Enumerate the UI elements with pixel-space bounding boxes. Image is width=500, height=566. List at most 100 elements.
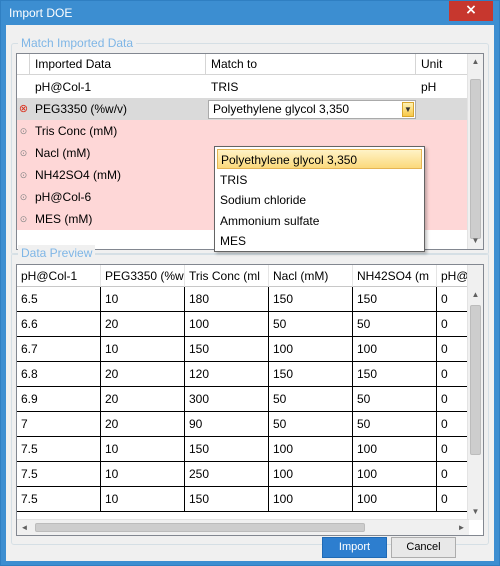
preview-cell: 0 <box>437 462 469 487</box>
combobox-value: Polyethylene glycol 3,350 <box>213 102 350 116</box>
preview-cell: 100 <box>353 437 437 462</box>
preview-cell: 10 <box>101 337 185 362</box>
preview-cell: 20 <box>101 412 185 437</box>
preview-cell: 10 <box>101 487 185 512</box>
preview-cell: 7.5 <box>17 462 101 487</box>
imported-data-cell[interactable]: pH@Col-1 <box>30 76 206 98</box>
preview-column-header[interactable]: pH@ <box>437 265 469 287</box>
dropdown-option[interactable]: TRIS <box>217 170 422 190</box>
scroll-right-icon[interactable]: ► <box>454 520 469 535</box>
imported-data-cell[interactable]: PEG3350 (%w/v) <box>30 98 206 120</box>
dropdown-option[interactable]: Ammonium sulfate <box>217 211 422 231</box>
match-row[interactable]: pH@Col-1 TRIS pH <box>17 76 469 98</box>
unit-cell[interactable]: pH <box>416 76 469 98</box>
cancel-button[interactable]: Cancel <box>391 537 456 558</box>
preview-cell: 120 <box>185 362 269 387</box>
preview-cell: 6.7 <box>17 337 101 362</box>
dialog-client-area: Match Imported Data Imported Data Match … <box>6 25 494 561</box>
match-to-combobox[interactable]: Polyethylene glycol 3,350 ▼ <box>208 100 416 119</box>
preview-cell: 50 <box>353 412 437 437</box>
preview-group-title: Data Preview <box>18 245 96 261</box>
dropdown-option[interactable]: Sodium chloride <box>217 190 422 210</box>
preview-cell: 100 <box>353 462 437 487</box>
row-status-icon <box>17 76 30 98</box>
preview-cell: 100 <box>269 337 353 362</box>
preview-cell: 10 <box>101 462 185 487</box>
imported-data-cell[interactable]: Tris Conc (mM) <box>30 120 206 142</box>
preview-cell: 6.9 <box>17 387 101 412</box>
imported-data-cell[interactable]: NH42SO4 (mM) <box>30 164 206 186</box>
preview-cell: 0 <box>437 287 469 312</box>
scroll-thumb[interactable] <box>470 79 481 239</box>
preview-cell: 150 <box>185 437 269 462</box>
preview-cell: 150 <box>353 362 437 387</box>
preview-cell: 50 <box>353 387 437 412</box>
match-to-dropdown-list[interactable]: Polyethylene glycol 3,350 TRIS Sodium chlo… <box>214 146 425 252</box>
preview-column-header[interactable]: NH42SO4 (m <box>353 265 437 287</box>
imported-data-cell[interactable]: MES (mM) <box>30 208 206 230</box>
preview-cell: 90 <box>185 412 269 437</box>
preview-cell: 20 <box>101 387 185 412</box>
preview-cell: 50 <box>269 412 353 437</box>
preview-column-header[interactable]: PEG3350 (%w <box>101 265 185 287</box>
preview-cell: 180 <box>185 287 269 312</box>
preview-cell: 0 <box>437 387 469 412</box>
preview-column-header[interactable]: Tris Conc (ml <box>185 265 269 287</box>
preview-cell: 6.6 <box>17 312 101 337</box>
preview-horizontal-scrollbar[interactable]: ◄ ► <box>17 519 469 535</box>
preview-cell: 0 <box>437 487 469 512</box>
preview-cell: 7 <box>17 412 101 437</box>
scroll-down-icon[interactable]: ▼ <box>468 504 483 520</box>
imported-data-cell[interactable]: Nacl (mM) <box>30 142 206 164</box>
import-doe-dialog: Import DOE × Match Imported Data Importe… <box>0 0 500 566</box>
preview-cell: 150 <box>269 287 353 312</box>
preview-cell: 0 <box>437 362 469 387</box>
preview-cell: 250 <box>185 462 269 487</box>
column-header-unit[interactable]: Unit <box>416 54 469 75</box>
window-title: Import DOE <box>9 6 73 20</box>
preview-cell: 150 <box>185 337 269 362</box>
preview-cell: 10 <box>101 287 185 312</box>
row-header-corner <box>17 54 30 75</box>
dropdown-option[interactable]: MES <box>217 231 422 251</box>
chevron-down-icon[interactable]: ▼ <box>402 102 414 117</box>
match-to-cell[interactable] <box>206 120 416 142</box>
match-to-cell[interactable]: TRIS <box>206 76 416 98</box>
preview-cell: 50 <box>269 312 353 337</box>
scroll-down-icon[interactable]: ▼ <box>468 233 483 249</box>
column-header-match-to[interactable]: Match to <box>206 54 416 75</box>
preview-grid: pH@Col-1 PEG3350 (%w Tris Conc (ml Nacl (mM… <box>16 264 484 536</box>
column-header-imported[interactable]: Imported Data <box>30 54 206 75</box>
match-row[interactable]: ⊙ Tris Conc (mM) <box>17 120 469 142</box>
unit-cell[interactable] <box>416 120 469 142</box>
preview-vertical-scrollbar[interactable]: ▲ ▼ <box>467 265 483 520</box>
scroll-thumb[interactable] <box>470 305 481 455</box>
imported-data-cell[interactable]: pH@Col-6 <box>30 186 206 208</box>
error-icon: ⊗ <box>18 103 29 115</box>
scroll-up-icon[interactable]: ▲ <box>468 287 483 303</box>
preview-column-header[interactable]: pH@Col-1 <box>17 265 101 287</box>
preview-cell: 10 <box>101 437 185 462</box>
import-button[interactable]: Import <box>322 537 387 558</box>
preview-cell: 150 <box>353 287 437 312</box>
preview-cell: 100 <box>185 312 269 337</box>
match-vertical-scrollbar[interactable]: ▲ ▼ <box>467 54 483 249</box>
row-status-icon: ⊙ <box>19 170 28 180</box>
match-row[interactable]: ⊗ PEG3350 (%w/v) Polyethylene glycol 3,350… <box>17 98 469 120</box>
preview-cell: 100 <box>353 487 437 512</box>
preview-cell: 100 <box>269 437 353 462</box>
close-button[interactable]: × <box>449 1 493 21</box>
row-status-icon: ⊙ <box>19 214 28 224</box>
preview-cell: 0 <box>437 437 469 462</box>
unit-cell[interactable] <box>416 98 469 120</box>
scroll-thumb-horizontal[interactable] <box>35 523 365 532</box>
preview-column-header[interactable]: Nacl (mM) <box>269 265 353 287</box>
preview-cell: 6.5 <box>17 287 101 312</box>
dropdown-option[interactable]: Polyethylene glycol 3,350 <box>217 149 422 169</box>
preview-cell: 100 <box>269 462 353 487</box>
row-status-icon: ⊙ <box>19 148 28 158</box>
match-grid-header: Imported Data Match to Unit <box>17 54 469 75</box>
row-status-icon: ⊙ <box>19 126 28 136</box>
scroll-left-icon[interactable]: ◄ <box>17 520 32 535</box>
scroll-up-icon[interactable]: ▲ <box>468 54 483 70</box>
